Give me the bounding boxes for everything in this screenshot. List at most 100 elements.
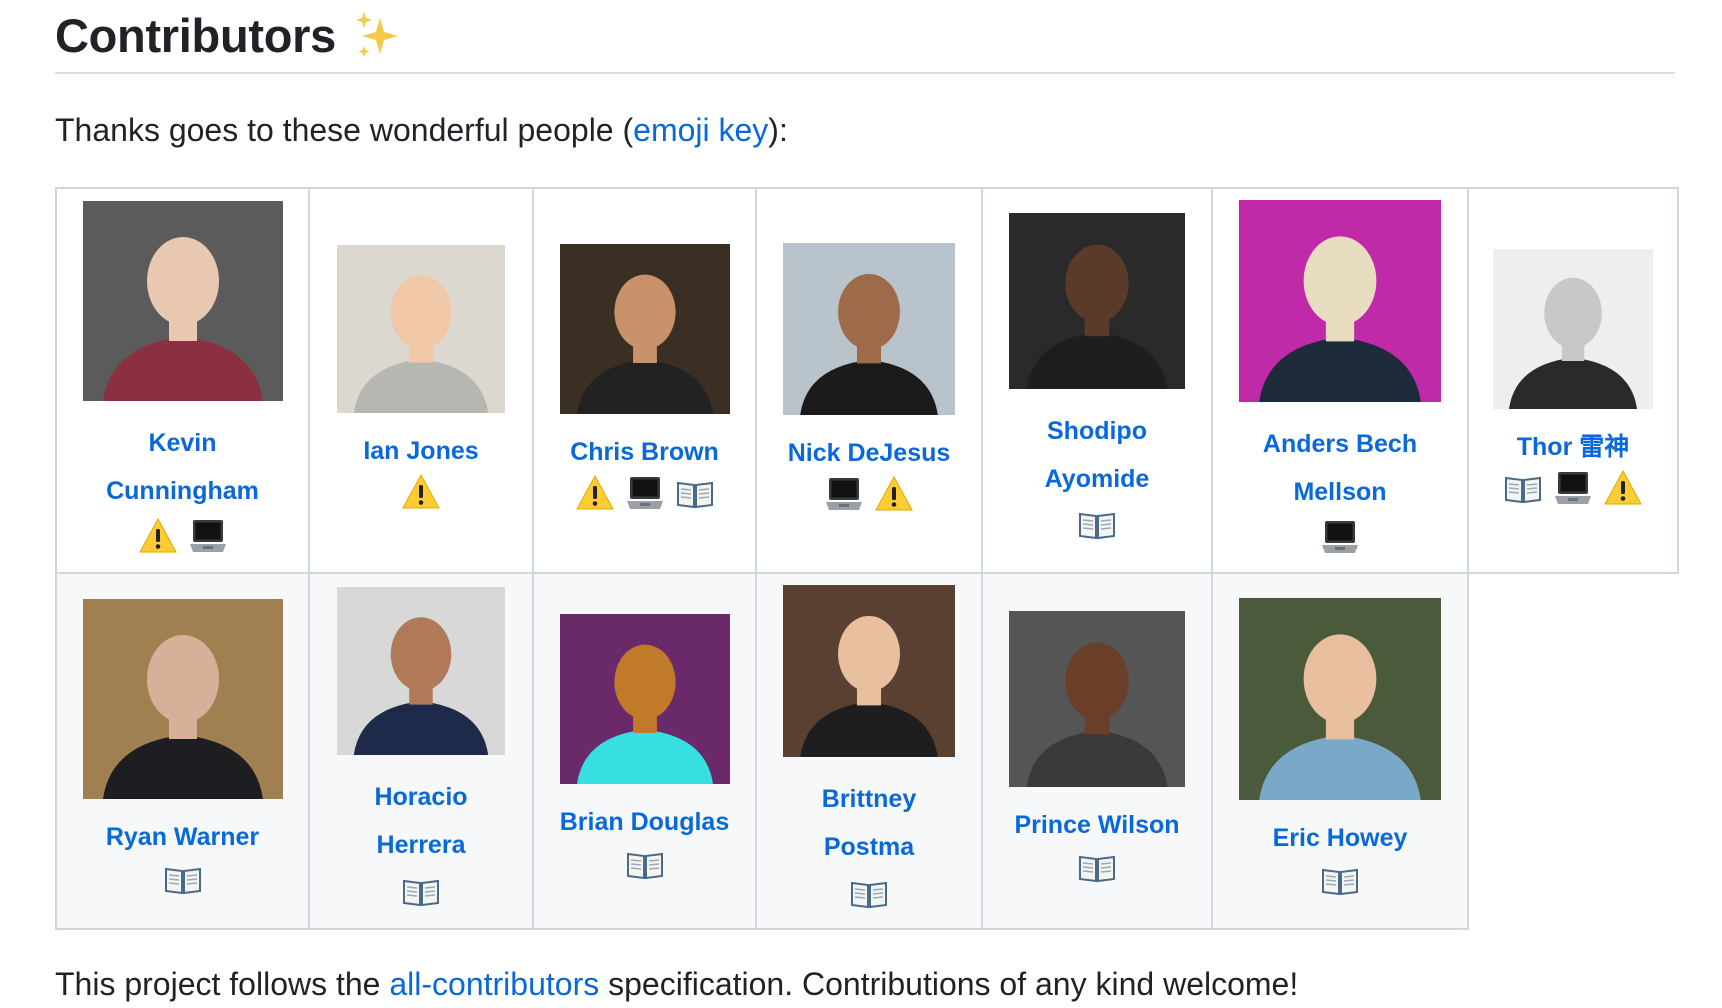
outro-text-end: specification. Contributions of any kind… [599,966,1299,1002]
contribution-badges [849,873,889,917]
book-icon[interactable] [1077,847,1117,892]
contributor-avatar[interactable] [337,244,505,413]
laptop-icon[interactable] [1553,468,1593,513]
contributor-cell: Eric Howey [1211,572,1469,930]
contribution-badges [1320,860,1360,904]
contributor-cell: Ryan Warner [55,572,310,930]
book-icon[interactable] [1077,504,1117,549]
contributor-name-link[interactable]: Shodipo Ayomide [1037,407,1158,503]
contributor-avatar[interactable] [82,200,283,401]
intro-text: Thanks goes to these wonderful people ( [55,112,634,148]
book-icon[interactable] [401,871,441,916]
warning-icon[interactable] [401,472,441,517]
book-icon[interactable] [849,873,889,918]
warning-icon[interactable] [874,474,914,519]
contribution-badges [1320,518,1360,562]
contributor-name-line: Prince Wilson [1014,811,1180,839]
laptop-icon[interactable] [824,474,864,519]
book-icon[interactable] [1320,860,1360,905]
warning-icon[interactable] [1603,468,1643,513]
contribution-badges [1077,847,1117,891]
contributor-name-line: Brian Douglas [559,808,730,836]
contributor-name-line: Ian Jones [363,436,479,465]
contribution-badges [401,473,441,517]
contributor-cell: Kevin Cunningham [55,187,310,574]
warning-icon[interactable] [575,473,615,518]
warning-icon[interactable] [138,516,178,561]
contributor-name-line: Shodipo [1047,416,1147,445]
contribution-badges [1503,469,1643,513]
contributor-avatar[interactable] [82,599,283,799]
contributor-cell: Prince Wilson [981,572,1213,930]
emoji-key-link[interactable]: emoji key [633,112,768,148]
contributor-name-link[interactable]: Ryan Warner [98,817,267,857]
contribution-badges [824,475,914,519]
intro-text-end: ): [768,112,788,148]
contributor-name-link[interactable]: Chris Brown [562,432,727,472]
contributor-name-line: Ryan Warner [105,823,260,851]
contributor-name-line: Brittney [821,785,917,813]
all-contributors-link[interactable]: all-contributors [389,966,599,1002]
contributor-cell: Brian Douglas [532,572,757,930]
contributor-name-line: Chris Brown [570,437,719,466]
contributor-name-line: Eric Howey [1272,824,1408,852]
contributor-name-line: Kevin [148,428,217,457]
contributor-avatar[interactable] [559,614,730,784]
contributor-name-link[interactable]: Eric Howey [1265,818,1416,858]
intro-paragraph: Thanks goes to these wonderful people (e… [55,108,788,152]
contributor-avatar[interactable] [1239,199,1441,402]
contributor-name-link[interactable]: Kevin Cunningham [98,419,267,515]
contributor-name-line: Ayomide [1044,464,1150,493]
page-title: Contributors [55,9,336,62]
book-icon[interactable] [675,473,715,518]
laptop-icon[interactable] [1320,517,1360,562]
contributor-name-link[interactable]: Nick DeJesus [780,433,959,473]
contributor-avatar[interactable] [1009,611,1185,787]
contributor-name-link[interactable]: Anders Bech Mellson [1255,420,1425,516]
contributor-name-link[interactable]: Brian Douglas [552,802,737,842]
contributor-avatar[interactable] [1493,248,1653,409]
book-icon[interactable] [1503,468,1543,513]
contributor-name-line: Nick DeJesus [787,438,951,467]
contributor-cell: Nick DeJesus [755,187,983,574]
contributor-avatar[interactable] [337,587,505,755]
book-icon[interactable] [163,859,203,904]
contributor-avatar[interactable] [1009,212,1185,389]
outro-text: This project follows the [55,966,390,1002]
section-heading: Contributors [55,0,1675,74]
contributor-name-line: Anders Bech [1262,429,1418,458]
laptop-icon[interactable] [188,516,228,561]
readme-contributors-section: Contributors Thanks goes to these wonder… [0,0,1722,1008]
contributor-name-link[interactable]: Horacio Herrera [366,773,475,869]
contributor-avatar[interactable] [1239,598,1441,800]
outro-paragraph: This project follows the all-contributor… [55,962,1298,1006]
contributor-cell: Shodipo Ayomide [981,187,1213,574]
contributor-name-link[interactable]: Ian Jones [355,431,486,471]
contributor-name-link[interactable]: Brittney Postma [814,775,924,871]
laptop-icon[interactable] [625,473,665,518]
contributor-name-line: Thor 雷神 [1516,432,1630,461]
contributor-cell: Ian Jones [308,187,534,574]
contributor-name-line: Horacio [374,783,468,811]
contributor-avatar[interactable] [783,585,955,757]
contributor-name-line: Cunningham [106,476,259,505]
book-icon[interactable] [625,844,665,889]
contribution-badges [625,844,665,888]
contributor-avatar[interactable] [783,242,955,415]
contributor-name-line: Postma [823,833,915,861]
contributor-name-line: Mellson [1293,477,1387,506]
contributor-cell: Thor 雷神 [1467,187,1679,574]
contribution-badges [163,859,203,903]
contributor-name-link[interactable]: Prince Wilson [1006,805,1187,845]
contributor-cell: Chris Brown [532,187,757,574]
contributor-cell: Brittney Postma [755,572,983,930]
contribution-badges [575,474,715,518]
contributor-name-link[interactable]: Thor 雷神 [1509,427,1638,467]
contribution-badges [401,871,441,915]
contribution-badges [138,517,228,561]
contributor-avatar[interactable] [559,243,730,414]
contribution-badges [1077,505,1117,549]
sparkles-icon [355,12,398,57]
contributor-name-line: Herrera [376,831,466,859]
contributor-cell: Horacio Herrera [308,572,534,930]
